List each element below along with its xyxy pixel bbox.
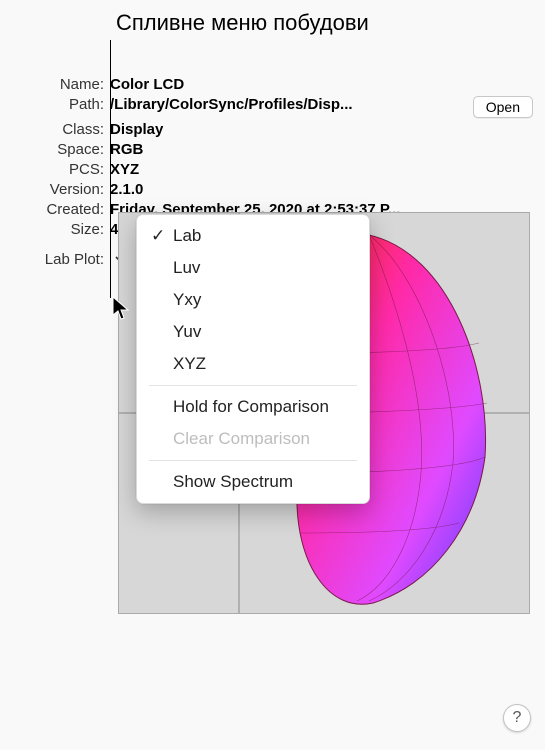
popup-item-label: Show Spectrum bbox=[173, 472, 293, 492]
popup-item-yxy[interactable]: Yxy bbox=[137, 284, 369, 316]
label-pcs: PCS: bbox=[0, 161, 110, 178]
plot-popup-menu: ✓Lab Luv Yxy Yuv XYZ Hold for Comparison Clea… bbox=[136, 214, 370, 504]
check-icon: ✓ bbox=[151, 226, 173, 246]
row-path: Path: /Library/ColorSync/Profiles/Disp..… bbox=[0, 96, 545, 118]
label-size: Size: bbox=[0, 221, 110, 238]
callout-label: Спливне меню побудови bbox=[116, 10, 369, 36]
value-pcs: XYZ bbox=[110, 161, 533, 178]
label-created: Created: bbox=[0, 201, 110, 218]
label-plot: Lab Plot: bbox=[0, 248, 110, 268]
label-path: Path: bbox=[0, 96, 110, 113]
row-space: Space: RGB bbox=[0, 141, 545, 158]
popup-item-clear-comparison: Clear Comparison bbox=[137, 423, 369, 455]
popup-item-label: Yuv bbox=[173, 322, 201, 342]
label-version: Version: bbox=[0, 181, 110, 198]
row-version: Version: 2.1.0 bbox=[0, 181, 545, 198]
popup-item-lab[interactable]: ✓Lab bbox=[137, 220, 369, 252]
popup-item-luv[interactable]: Luv bbox=[137, 252, 369, 284]
row-pcs: PCS: XYZ bbox=[0, 161, 545, 178]
value-path: /Library/ColorSync/Profiles/Disp... bbox=[110, 96, 467, 113]
row-name: Name: Color LCD bbox=[0, 76, 545, 93]
popup-item-label: Lab bbox=[173, 226, 201, 246]
label-space: Space: bbox=[0, 141, 110, 158]
popup-separator bbox=[149, 385, 357, 386]
label-class: Class: bbox=[0, 121, 110, 138]
popup-item-label: Hold for Comparison bbox=[173, 397, 329, 417]
help-button[interactable]: ? bbox=[503, 704, 531, 732]
open-button[interactable]: Open bbox=[473, 96, 533, 118]
value-version: 2.1.0 bbox=[110, 181, 533, 198]
value-name: Color LCD bbox=[110, 76, 533, 93]
popup-item-xyz[interactable]: XYZ bbox=[137, 348, 369, 380]
popup-item-label: Clear Comparison bbox=[173, 429, 310, 449]
popup-item-label: Yxy bbox=[173, 290, 201, 310]
popup-item-label: Luv bbox=[173, 258, 200, 278]
popup-separator bbox=[149, 460, 357, 461]
value-space: RGB bbox=[110, 141, 533, 158]
row-class: Class: Display bbox=[0, 121, 545, 138]
popup-item-yuv[interactable]: Yuv bbox=[137, 316, 369, 348]
popup-item-label: XYZ bbox=[173, 354, 206, 374]
popup-item-show-spectrum[interactable]: Show Spectrum bbox=[137, 466, 369, 498]
value-class: Display bbox=[110, 121, 533, 138]
popup-item-hold-for-comparison[interactable]: Hold for Comparison bbox=[137, 391, 369, 423]
label-name: Name: bbox=[0, 76, 110, 93]
